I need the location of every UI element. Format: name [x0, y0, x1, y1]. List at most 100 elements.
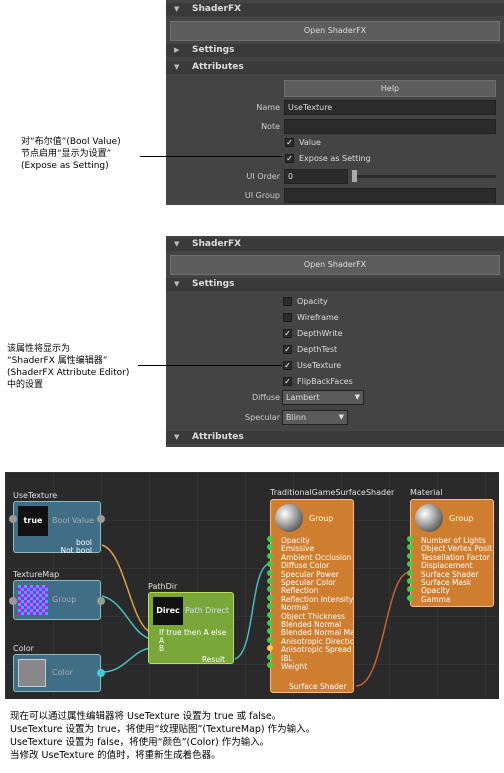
collapse-arrow-icon: ▼ — [174, 5, 180, 13]
setting-checkbox[interactable]: ✓ — [283, 329, 292, 338]
note-field[interactable] — [284, 119, 496, 134]
expose-setting-checkbox[interactable]: ✓ — [285, 154, 294, 163]
input-pin[interactable] — [407, 552, 413, 559]
sphere-preview-icon — [415, 504, 443, 532]
input-pin[interactable] — [267, 544, 273, 551]
node-label: Group — [52, 595, 77, 604]
value-label: Value — [299, 138, 321, 147]
note-label: Note — [261, 122, 280, 131]
pathdir-thumbnail: Direc — [153, 597, 183, 625]
footer-line-1: 现在可以通过属性编辑器将 UseTexture 设置为 true 或 false… — [10, 711, 282, 722]
attributes-section[interactable]: ▼ Attributes — [166, 61, 504, 74]
ui-order-slider[interactable] — [352, 175, 496, 178]
color-swatch[interactable] — [18, 659, 46, 687]
value-checkbox[interactable]: ✓ — [285, 138, 294, 147]
input-pin[interactable] — [267, 628, 273, 635]
wire-surface-shader — [355, 571, 411, 687]
ui-order-field[interactable]: 0 — [284, 169, 348, 184]
annotation-line: 该属性将显示为 — [7, 344, 71, 354]
usetexture-node[interactable]: true Bool Value bool Not bool — [9, 501, 105, 555]
pathdir-node[interactable]: Direc Path Direct If true then A else A … — [148, 592, 234, 664]
setting-checkbox[interactable]: ✓ — [283, 361, 292, 370]
footer-line-2: UseTexture 设置为 true，将使用“纹理贴图”(TextureMap… — [10, 724, 316, 735]
annotation-1: 对“布尔值”(Bool Value) 节点启用“显示为设置” (Expose a… — [21, 136, 121, 172]
shaderfx-header[interactable]: ▼ ShaderFX — [166, 238, 504, 251]
annotation-line: 节点启用“显示为设置” — [21, 149, 112, 159]
annotation-line: 对“布尔值”(Bool Value) — [21, 137, 121, 147]
help-button[interactable]: Help — [284, 80, 496, 97]
input-pin[interactable] — [267, 611, 273, 618]
setting-label: DepthTest — [297, 345, 338, 354]
annotation-line: (ShaderFX Attribute Editor) — [7, 368, 130, 378]
input-pin[interactable] — [407, 594, 413, 601]
annotation-line: (Expose as Setting) — [21, 161, 109, 171]
setting-checkbox[interactable] — [283, 297, 292, 306]
section-title: ShaderFX — [192, 239, 242, 249]
input-pin[interactable] — [407, 544, 413, 551]
input-pin[interactable] — [267, 552, 273, 559]
input-pin[interactable] — [407, 536, 413, 542]
open-shaderfx-button[interactable]: Open ShaderFX — [170, 21, 500, 41]
ui-order-label: UI Order — [246, 172, 281, 181]
input-pin[interactable] — [267, 578, 273, 584]
slider-handle[interactable] — [352, 170, 357, 182]
ui-group-label: UI Group — [244, 191, 280, 200]
attributes-section[interactable]: ▼ Attributes — [166, 431, 504, 444]
input-b: B — [159, 644, 165, 653]
input-pin[interactable] — [267, 561, 273, 568]
color-node[interactable]: Color — [13, 654, 105, 692]
input-pin[interactable] — [267, 645, 273, 652]
collapse-arrow-icon: ▼ — [174, 280, 180, 288]
node-label: Path Direct — [185, 606, 230, 615]
material-node[interactable]: Group Number of Lights Object Vertex Posi… — [407, 499, 494, 607]
surface-shader-node[interactable]: Group Opacity Emissive Ambient Occlusion Di… — [267, 499, 354, 693]
setting-checkbox[interactable]: ✓ — [283, 377, 292, 386]
settings-section[interactable]: ▼ Settings — [166, 278, 504, 291]
input-pin[interactable] — [267, 653, 273, 660]
input-pin[interactable] — [9, 515, 17, 523]
wire-texture — [101, 595, 151, 640]
input-pin[interactable] — [407, 569, 413, 576]
ui-group-field[interactable] — [284, 188, 496, 203]
section-title: Attributes — [192, 62, 244, 72]
input-pin[interactable] — [267, 569, 273, 576]
settings-section[interactable]: ▶ Settings — [166, 44, 504, 57]
node-title-surface-shader: TraditionalGameSurfaceShader — [270, 488, 395, 497]
annotation-2: 该属性将显示为 “ShaderFX 属性编辑器” (ShaderFX Attri… — [7, 343, 129, 391]
shaderfx-header[interactable]: ▼ ShaderFX — [166, 3, 504, 16]
output-pin[interactable] — [97, 597, 105, 605]
input-pin[interactable] — [407, 561, 413, 568]
node-label: Color — [52, 668, 73, 677]
input-pin[interactable] — [407, 578, 413, 584]
input-pin[interactable] — [267, 636, 273, 643]
node-label: Group — [309, 514, 334, 523]
section-title: Settings — [192, 279, 235, 289]
input-pin[interactable] — [267, 603, 273, 610]
input-pin[interactable] — [267, 594, 273, 601]
input-pin[interactable] — [267, 620, 273, 626]
input-pin[interactable] — [9, 597, 17, 605]
input-pin[interactable] — [267, 586, 273, 593]
wire-bool — [101, 544, 151, 633]
output-pin[interactable] — [97, 669, 105, 677]
input-pin[interactable] — [267, 662, 273, 668]
setting-checkbox[interactable]: ✓ — [283, 345, 292, 354]
output-pin[interactable] — [97, 515, 105, 523]
open-shaderfx-button[interactable]: Open ShaderFX — [170, 255, 500, 275]
collapse-arrow-icon: ▼ — [174, 240, 180, 248]
expand-arrow-icon: ▶ — [174, 46, 180, 54]
shader-input-row: Weight — [281, 662, 308, 671]
node-title-usetexture: UseTexture — [13, 491, 58, 500]
annotation-leader-line — [140, 156, 282, 157]
output-result: Result — [201, 655, 225, 664]
specular-dropdown[interactable]: Blinn ▼ — [282, 410, 348, 425]
name-field[interactable]: UseTexture — [284, 100, 496, 115]
texturemap-node[interactable]: Group — [9, 580, 105, 620]
diffuse-dropdown[interactable]: Lambert ▼ — [282, 390, 364, 405]
setting-checkbox[interactable] — [283, 313, 292, 322]
input-if-true: If true then A else — [159, 628, 227, 637]
input-pin[interactable] — [407, 586, 413, 593]
output-surface-shader: Surface Shader — [289, 682, 347, 691]
input-pin[interactable] — [267, 536, 273, 542]
attribute-panel-2: ▼ ShaderFX Open ShaderFX ▼ Settings Opacit… — [166, 236, 504, 447]
